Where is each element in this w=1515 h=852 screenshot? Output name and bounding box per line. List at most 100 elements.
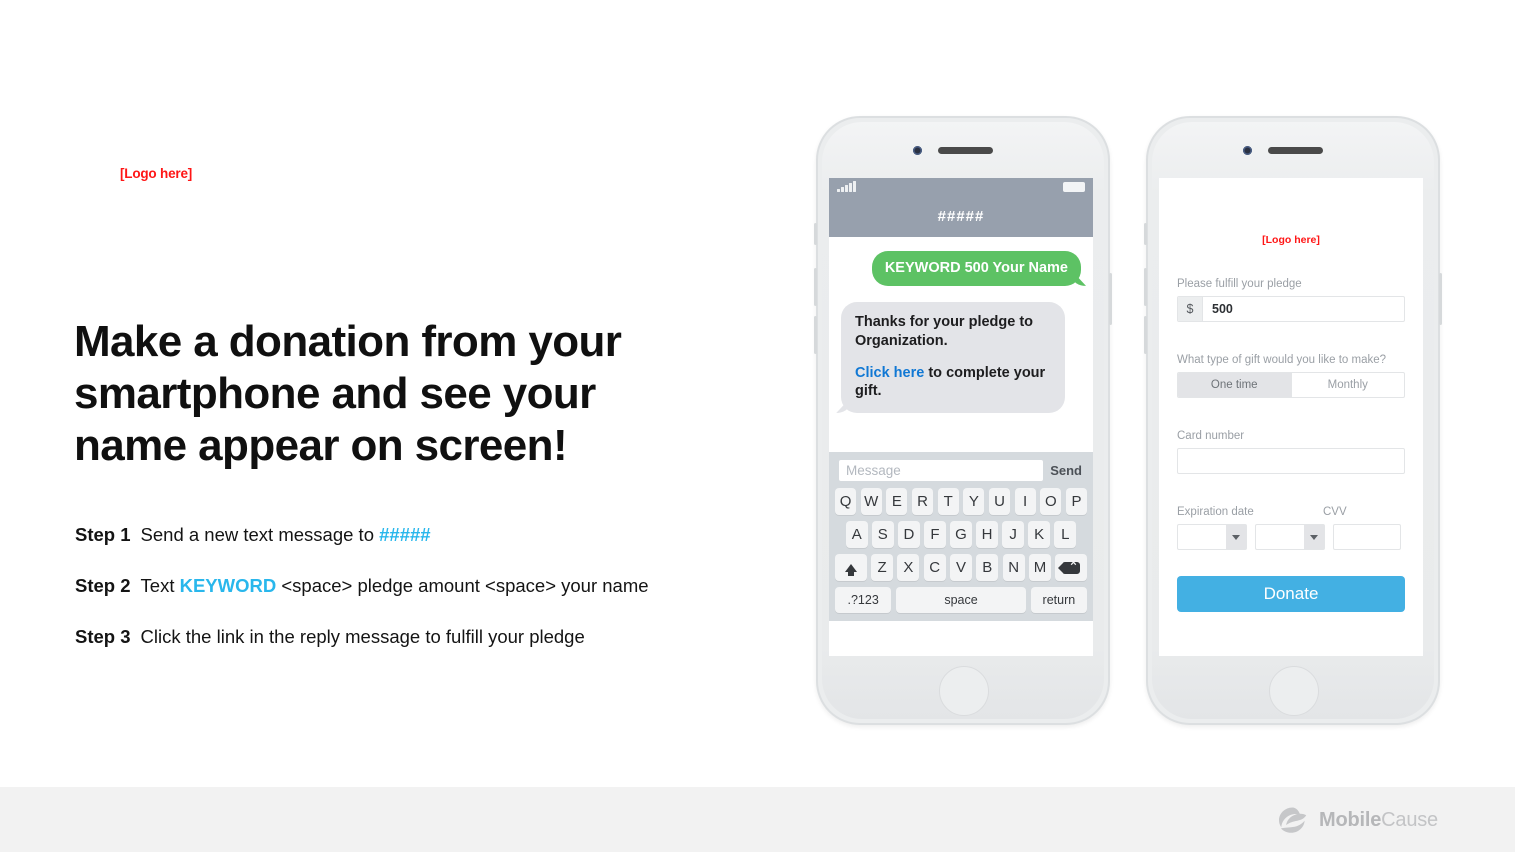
slide-content-pane: [Logo here] Make a donation from your sm…: [0, 0, 800, 790]
front-camera-icon: [1243, 146, 1252, 155]
key-r[interactable]: R: [911, 488, 934, 515]
keyboard-row-2: A S D F G H J K L: [835, 521, 1087, 548]
message-compose-row: Message Send: [835, 458, 1087, 488]
key-a[interactable]: A: [845, 521, 868, 548]
power-button[interactable]: [1109, 273, 1112, 325]
shift-key[interactable]: [835, 554, 867, 581]
keyboard-row-1: Q W E R T Y U I O P: [834, 488, 1088, 515]
home-button[interactable]: [939, 666, 989, 716]
key-z[interactable]: Z: [871, 554, 893, 581]
send-button[interactable]: Send: [1050, 463, 1085, 478]
pledge-label: Please fulfill your pledge: [1177, 278, 1302, 290]
key-n[interactable]: N: [1002, 554, 1025, 581]
earpiece-speaker-icon: [938, 147, 993, 154]
outgoing-message-bubble: KEYWORD 500 Your Name: [871, 251, 1081, 286]
brand-text: MobileCause: [1319, 809, 1438, 832]
pledge-amount-field[interactable]: $ 500: [1177, 296, 1405, 322]
phone-mockup-donation: [Logo here] Please fulfill your pledge $…: [1144, 116, 1442, 725]
conversation-title: #####: [937, 208, 985, 225]
front-camera-icon: [913, 146, 922, 155]
donation-form: [Logo here] Please fulfill your pledge $…: [1159, 178, 1423, 612]
form-logo-placeholder: [Logo here]: [1262, 234, 1320, 246]
power-button[interactable]: [1439, 273, 1442, 325]
key-b[interactable]: B: [976, 554, 999, 581]
numeric-key[interactable]: .?123: [835, 587, 892, 613]
silent-switch[interactable]: [1144, 223, 1147, 245]
cvv-label: CVV: [1323, 506, 1347, 518]
expiration-cvv-row: [1177, 524, 1405, 550]
space-key[interactable]: space: [896, 587, 1026, 613]
key-e[interactable]: E: [886, 488, 908, 515]
incoming-line-2: Organization.: [855, 332, 948, 349]
key-i[interactable]: I: [1014, 488, 1036, 515]
silent-switch[interactable]: [814, 223, 817, 245]
backspace-icon: [1057, 558, 1080, 574]
expiration-cvv-labels: Expiration date CVV: [1177, 474, 1405, 524]
home-button[interactable]: [1269, 666, 1319, 716]
page-title: Make a donation from your smartphone and…: [74, 317, 622, 470]
key-u[interactable]: U: [988, 488, 1011, 515]
step-label: Step 3: [75, 626, 131, 647]
key-j[interactable]: J: [1002, 521, 1024, 548]
gift-type-toggle: One time Monthly: [1177, 372, 1405, 398]
message-input[interactable]: Message: [839, 460, 1044, 481]
key-h[interactable]: H: [976, 521, 998, 548]
expiration-month-select[interactable]: [1177, 524, 1247, 550]
key-y[interactable]: Y: [963, 488, 985, 515]
step-text-pre: Text: [140, 575, 180, 596]
logo-placeholder: [Logo here]: [120, 166, 193, 181]
step-text-pre: Send a new text message to: [140, 524, 380, 545]
card-number-input[interactable]: [1177, 448, 1405, 474]
key-p[interactable]: P: [1065, 488, 1088, 515]
step-label: Step 2: [75, 575, 131, 596]
outgoing-bubble-row: KEYWORD 500 Your Name: [841, 251, 1081, 286]
step-text-post: <space> pledge amount <space> your name: [276, 575, 649, 596]
key-f[interactable]: F: [924, 521, 946, 548]
step-text: Send a new text message to #####: [141, 524, 431, 546]
key-l[interactable]: L: [1054, 521, 1077, 548]
key-v[interactable]: V: [950, 554, 972, 581]
pledge-amount-value[interactable]: 500: [1203, 297, 1404, 321]
expiration-year-select[interactable]: [1255, 524, 1325, 550]
return-key[interactable]: return: [1030, 587, 1087, 613]
footer-bar: MobileCause: [0, 787, 1515, 852]
backspace-key[interactable]: [1055, 554, 1087, 581]
key-t[interactable]: T: [937, 488, 959, 515]
key-c[interactable]: C: [923, 554, 946, 581]
chevron-down-icon-year: [1304, 525, 1324, 549]
expiration-label: Expiration date: [1177, 506, 1254, 518]
volume-down-button[interactable]: [1144, 316, 1147, 354]
key-o[interactable]: O: [1040, 488, 1062, 515]
step-highlight: KEYWORD: [179, 575, 277, 596]
bubble-spacer: [855, 351, 1051, 364]
battery-icon: [1063, 182, 1085, 192]
key-m[interactable]: M: [1029, 554, 1051, 581]
onscreen-keyboard: Message Send Q W E R T Y U I O P A S D F…: [829, 452, 1093, 621]
click-here-link[interactable]: Click here: [855, 365, 924, 381]
key-k[interactable]: K: [1028, 521, 1050, 548]
key-q[interactable]: Q: [834, 488, 857, 515]
step-text: Click the link in the reply message to f…: [141, 626, 585, 648]
key-g[interactable]: G: [950, 521, 972, 548]
key-s[interactable]: S: [872, 521, 894, 548]
messages-app-screen: ##### KEYWORD 500 Your Name Thanks for y…: [829, 178, 1093, 656]
cvv-input[interactable]: [1333, 524, 1401, 550]
key-x[interactable]: X: [897, 554, 920, 581]
volume-down-button[interactable]: [814, 316, 817, 354]
gift-type-one-time[interactable]: One time: [1178, 373, 1292, 397]
card-number-label: Card number: [1177, 430, 1245, 442]
phone-mockup-messages: ##### KEYWORD 500 Your Name Thanks for y…: [814, 116, 1112, 725]
step-text: Text KEYWORD <space> pledge amount <spac…: [141, 575, 649, 597]
message-thread: KEYWORD 500 Your Name Thanks for your pl…: [829, 237, 1093, 452]
donate-button[interactable]: Donate: [1177, 576, 1405, 612]
key-w[interactable]: W: [860, 488, 882, 515]
step-label: Step 1: [75, 524, 131, 545]
volume-up-button[interactable]: [1144, 268, 1147, 306]
volume-up-button[interactable]: [814, 268, 817, 306]
list-item: Step 2 Text KEYWORD <space> pledge amoun…: [75, 575, 795, 597]
key-d[interactable]: D: [898, 521, 920, 548]
donation-form-screen: [Logo here] Please fulfill your pledge $…: [1159, 178, 1423, 656]
brand-text-bold: Mobile: [1319, 808, 1382, 831]
shift-icon: [844, 563, 857, 576]
gift-type-monthly[interactable]: Monthly: [1292, 373, 1405, 397]
